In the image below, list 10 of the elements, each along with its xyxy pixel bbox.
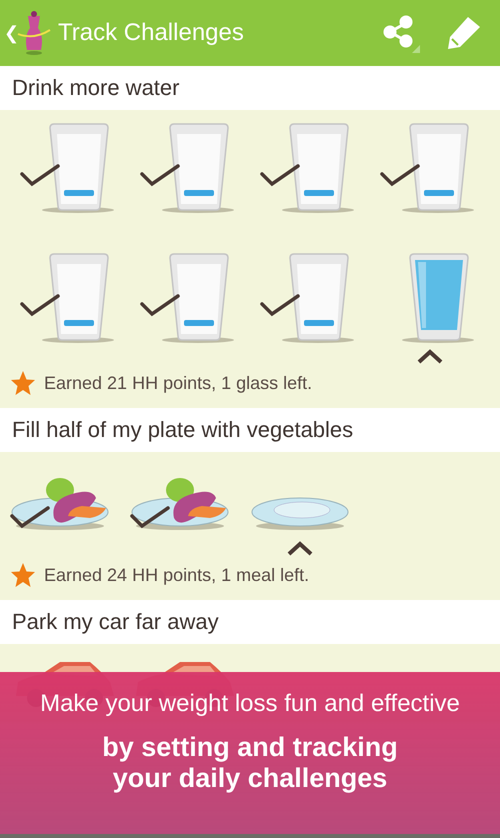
points-status: Earned 21 HH points, 1 glass left.: [44, 372, 312, 394]
star-icon: [10, 370, 36, 396]
app-logo-icon: [16, 10, 52, 56]
points-status: Earned 24 HH points, 1 meal left.: [44, 564, 310, 586]
star-icon: [10, 562, 36, 588]
edit-icon[interactable]: [446, 15, 482, 51]
promo-headline: Make your weight loss fun and effective: [40, 690, 460, 718]
promo-subtitle: by setting and tracking your daily challenges: [101, 732, 399, 794]
back-icon[interactable]: ❮: [4, 22, 16, 44]
screen-title: Track Challenges: [58, 19, 245, 47]
